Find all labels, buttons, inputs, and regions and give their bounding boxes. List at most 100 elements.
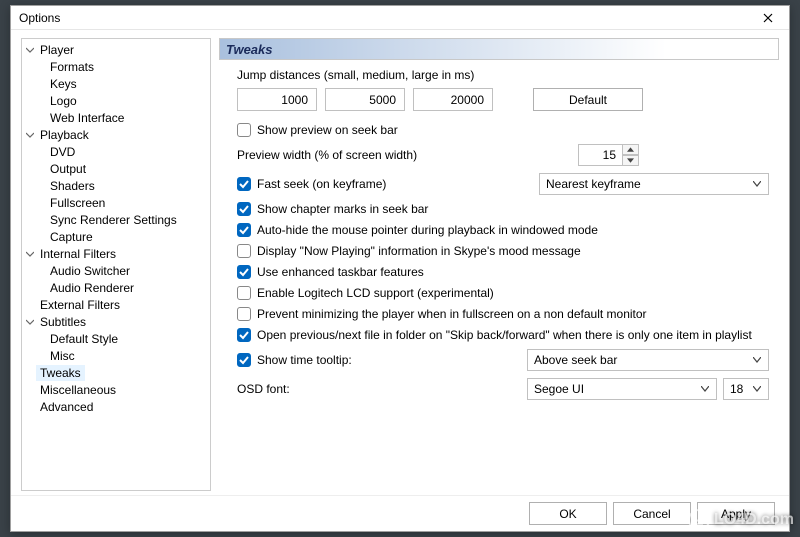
time-tooltip-label: Show time tooltip:: [257, 353, 352, 367]
time-tooltip-checkbox[interactable]: [237, 353, 251, 367]
tree-arrow-icon: [24, 299, 36, 311]
chevron-down-icon: [750, 357, 764, 363]
tree-item-playback[interactable]: Playback: [22, 126, 210, 143]
preview-width-input[interactable]: [578, 144, 623, 166]
tree-item-label: Keys: [46, 76, 81, 92]
tree-item-label: Fullscreen: [46, 195, 109, 211]
tree-item-label: Shaders: [46, 178, 99, 194]
jump-default-button[interactable]: Default: [533, 88, 643, 111]
close-button[interactable]: [753, 8, 783, 28]
taskbar-label: Use enhanced taskbar features: [257, 265, 424, 279]
tree-item-label: Subtitles: [36, 314, 90, 330]
tree-item-external-filters[interactable]: External Filters: [22, 296, 210, 313]
tree-item-audio-switcher[interactable]: Audio Switcher: [22, 262, 210, 279]
tree-item-label: Miscellaneous: [36, 382, 120, 398]
prevent-min-row[interactable]: Prevent minimizing the player when in fu…: [237, 307, 769, 321]
tree-arrow-icon: [24, 401, 36, 413]
tree-item-web-interface[interactable]: Web Interface: [22, 109, 210, 126]
tree-item-audio-renderer[interactable]: Audio Renderer: [22, 279, 210, 296]
tree-item-label: Output: [46, 161, 90, 177]
tree-item-tweaks[interactable]: Tweaks: [22, 364, 210, 381]
spinner-down-button[interactable]: [623, 155, 639, 166]
tree-arrow-icon: [24, 316, 36, 328]
tree-item-logo[interactable]: Logo: [22, 92, 210, 109]
options-tree[interactable]: PlayerFormatsKeysLogoWeb InterfacePlayba…: [21, 38, 211, 491]
dialog-body: PlayerFormatsKeysLogoWeb InterfacePlayba…: [11, 30, 789, 495]
fast-seek-chk-row[interactable]: Fast seek (on keyframe): [237, 177, 539, 191]
tree-item-keys[interactable]: Keys: [22, 75, 210, 92]
autohide-checkbox[interactable]: [237, 223, 251, 237]
cancel-button[interactable]: Cancel: [613, 502, 691, 525]
prevent-min-label: Prevent minimizing the player when in fu…: [257, 307, 647, 321]
tree-item-label: Default Style: [46, 331, 122, 347]
time-tooltip-row: Show time tooltip: Above seek bar: [237, 349, 769, 371]
tree-item-output[interactable]: Output: [22, 160, 210, 177]
show-preview-row[interactable]: Show preview on seek bar: [237, 123, 769, 137]
open-prev-next-checkbox[interactable]: [237, 328, 251, 342]
osd-font-label: OSD font:: [237, 382, 527, 396]
spinner-up-button[interactable]: [623, 144, 639, 155]
apply-button[interactable]: Apply: [697, 502, 775, 525]
jump-large-input[interactable]: [413, 88, 493, 111]
tree-item-fullscreen[interactable]: Fullscreen: [22, 194, 210, 211]
jump-medium-input[interactable]: [325, 88, 405, 111]
tree-item-player[interactable]: Player: [22, 41, 210, 58]
fast-seek-label: Fast seek (on keyframe): [257, 177, 386, 191]
open-prev-next-label: Open previous/next file in folder on "Sk…: [257, 328, 752, 342]
chevron-down-icon: [627, 158, 634, 163]
logitech-checkbox[interactable]: [237, 286, 251, 300]
tree-item-label: Formats: [46, 59, 98, 75]
tree-item-shaders[interactable]: Shaders: [22, 177, 210, 194]
logitech-label: Enable Logitech LCD support (experimenta…: [257, 286, 494, 300]
tree-item-miscellaneous[interactable]: Miscellaneous: [22, 381, 210, 398]
tree-item-label: Advanced: [36, 399, 97, 415]
tree-item-misc[interactable]: Misc: [22, 347, 210, 364]
tree-item-subtitles[interactable]: Subtitles: [22, 313, 210, 330]
tree-arrow-icon: [24, 129, 36, 141]
logitech-row[interactable]: Enable Logitech LCD support (experimenta…: [237, 286, 769, 300]
chevron-down-icon: [698, 386, 712, 392]
nowplaying-checkbox[interactable]: [237, 244, 251, 258]
open-prev-next-row[interactable]: Open previous/next file in folder on "Sk…: [237, 328, 769, 342]
tree-item-label: Sync Renderer Settings: [46, 212, 181, 228]
main-panel: Tweaks Jump distances (small, medium, la…: [219, 38, 779, 491]
chapter-marks-row[interactable]: Show chapter marks in seek bar: [237, 202, 769, 216]
osd-font-size-combo[interactable]: 18: [723, 378, 769, 400]
tree-item-label: External Filters: [36, 297, 124, 313]
tree-arrow-icon: [24, 384, 36, 396]
tree-item-label: Web Interface: [46, 110, 128, 126]
tree-item-internal-filters[interactable]: Internal Filters: [22, 245, 210, 262]
tree-item-formats[interactable]: Formats: [22, 58, 210, 75]
tree-item-label: Playback: [36, 127, 93, 143]
tree-item-label: DVD: [46, 144, 79, 160]
jump-small-input[interactable]: [237, 88, 317, 111]
preview-width-label: Preview width (% of screen width): [237, 148, 578, 162]
chapter-marks-label: Show chapter marks in seek bar: [257, 202, 428, 216]
prevent-min-checkbox[interactable]: [237, 307, 251, 321]
preview-width-spinner[interactable]: [578, 144, 639, 166]
fast-seek-checkbox[interactable]: [237, 177, 251, 191]
tree-item-label: Audio Switcher: [46, 263, 134, 279]
ok-button[interactable]: OK: [529, 502, 607, 525]
nowplaying-row[interactable]: Display "Now Playing" information in Sky…: [237, 244, 769, 258]
time-tooltip-combo-value: Above seek bar: [534, 353, 750, 367]
tree-item-capture[interactable]: Capture: [22, 228, 210, 245]
time-tooltip-combo[interactable]: Above seek bar: [527, 349, 769, 371]
tree-item-label: Internal Filters: [36, 246, 120, 262]
taskbar-checkbox[interactable]: [237, 265, 251, 279]
time-tooltip-chk-row[interactable]: Show time tooltip:: [237, 353, 437, 367]
osd-font-combo-value: Segoe UI: [534, 382, 698, 396]
chapter-marks-checkbox[interactable]: [237, 202, 251, 216]
tree-item-default-style[interactable]: Default Style: [22, 330, 210, 347]
nowplaying-label: Display "Now Playing" information in Sky…: [257, 244, 581, 258]
autohide-row[interactable]: Auto-hide the mouse pointer during playb…: [237, 223, 769, 237]
chevron-down-icon: [750, 386, 764, 392]
tree-item-dvd[interactable]: DVD: [22, 143, 210, 160]
tree-item-advanced[interactable]: Advanced: [22, 398, 210, 415]
show-preview-checkbox[interactable]: [237, 123, 251, 137]
fast-seek-combo[interactable]: Nearest keyframe: [539, 173, 769, 195]
panel-title: Tweaks: [219, 38, 779, 60]
tree-item-sync-renderer-settings[interactable]: Sync Renderer Settings: [22, 211, 210, 228]
taskbar-row[interactable]: Use enhanced taskbar features: [237, 265, 769, 279]
osd-font-combo[interactable]: Segoe UI: [527, 378, 717, 400]
